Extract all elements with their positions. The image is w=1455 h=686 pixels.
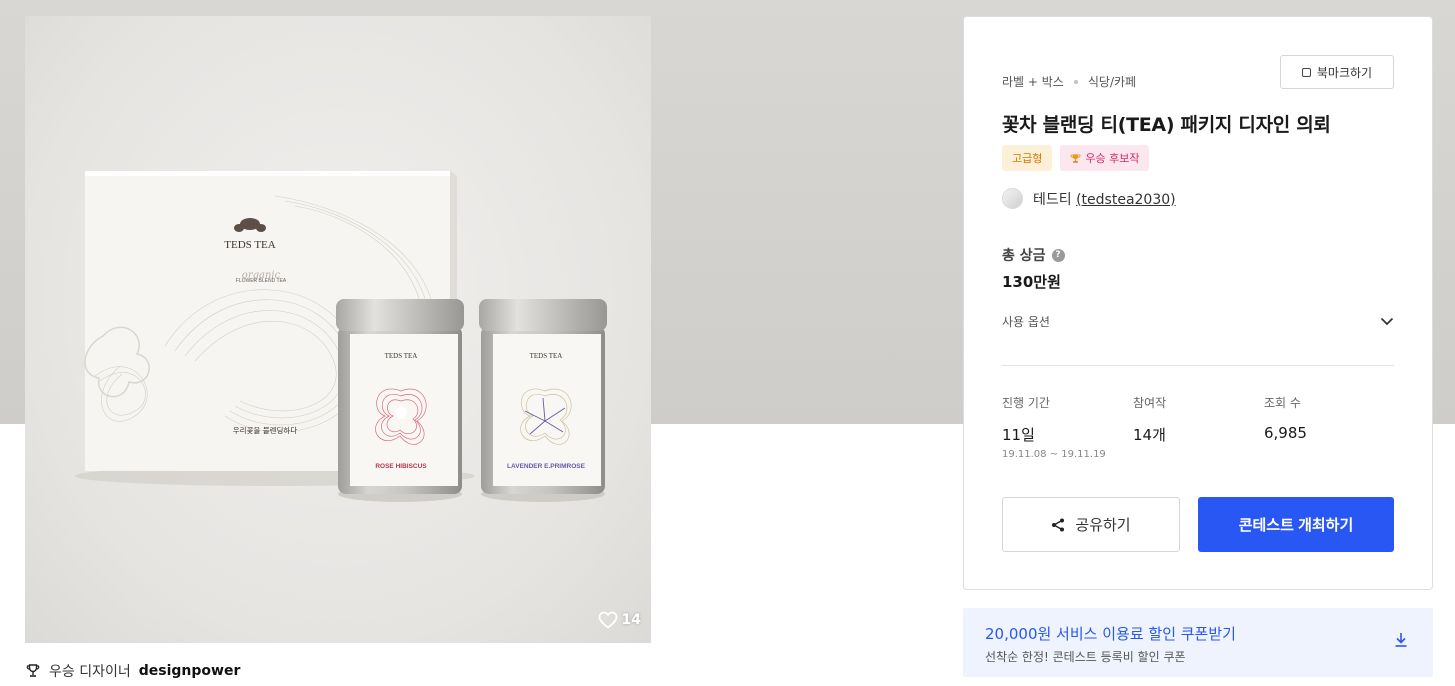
owner-name: 테드티	[1033, 191, 1072, 208]
help-icon[interactable]: ?	[1051, 248, 1065, 262]
stat-views: 조회 수 6,985	[1264, 394, 1395, 445]
product-image[interactable]: TEDS TEA organic FLOWER BLEND TEA 우리꽃을 블…	[25, 16, 651, 643]
like-count[interactable]: 14	[598, 611, 641, 629]
winner-name[interactable]: designpower	[139, 663, 241, 679]
bookmark-button[interactable]: 북마크하기	[1280, 55, 1394, 89]
winner-label: 우승 디자이너	[49, 664, 131, 680]
stat-duration: 진행 기간 11일	[1002, 394, 1133, 445]
category-primary[interactable]: 라벨 + 박스	[1002, 73, 1064, 90]
share-button-label: 공유하기	[1075, 517, 1131, 534]
stat-value: 11일	[1002, 426, 1035, 444]
coupon-banner[interactable]: 20,000원 서비스 이용료 할인 쿠폰받기 선착순 한정! 콘테스트 등록비…	[963, 608, 1433, 677]
winner-designer: 우승 디자이너 designpower	[25, 661, 240, 681]
trophy-icon	[26, 664, 40, 677]
svg-text:FLOWER BLEND TEA: FLOWER BLEND TEA	[236, 278, 287, 284]
stat-entries: 참여작 14개	[1133, 394, 1264, 445]
divider	[1002, 365, 1394, 366]
share-button[interactable]: 공유하기	[1002, 497, 1180, 552]
contest-period: 19.11.08 ~ 19.11.19	[1002, 449, 1106, 460]
stat-label: 참여작	[1133, 396, 1167, 410]
prize-label-text: 총 상금	[1002, 248, 1046, 264]
chevron-down-icon	[1380, 317, 1394, 326]
like-count-value: 14	[621, 612, 641, 628]
trophy-icon	[1070, 153, 1081, 163]
breadcrumb-separator	[1073, 79, 1078, 84]
contest-info-card: 라벨 + 박스 식당/카페 북마크하기 꽃차 블랜딩 티(TEA) 패키지 디자…	[963, 16, 1433, 590]
candidate-badge: 우승 후보작	[1060, 145, 1150, 171]
bookmark-label: 북마크하기	[1316, 65, 1373, 80]
svg-text:TEDS TEA: TEDS TEA	[224, 239, 275, 251]
stat-label: 진행 기간	[1002, 396, 1050, 410]
usage-options-toggle[interactable]: 사용 옵션	[1002, 313, 1394, 330]
contest-owner[interactable]: 테드티 (tedstea2030)	[1002, 188, 1176, 209]
avatar	[1002, 188, 1023, 209]
contest-stats: 진행 기간 11일 참여작 14개 조회 수 6,985	[1002, 394, 1395, 445]
tea-package-illustration: TEDS TEA organic FLOWER BLEND TEA 우리꽃을 블…	[75, 171, 607, 502]
coupon-title: 20,000원 서비스 이용료 할인 쿠폰받기	[985, 625, 1236, 643]
premium-badge: 고급형	[1002, 145, 1053, 171]
stat-value: 6,985	[1264, 424, 1307, 442]
badge-group: 고급형 우승 후보작	[1002, 145, 1150, 171]
contest-title: 꽃차 블랜딩 티(TEA) 패키지 디자인 의뢰	[1002, 114, 1331, 136]
candidate-badge-label: 우승 후보작	[1085, 152, 1140, 165]
category-breadcrumb: 라벨 + 박스 식당/카페	[1002, 73, 1136, 90]
category-secondary[interactable]: 식당/카페	[1088, 73, 1136, 90]
svg-text:TEDS TEA: TEDS TEA	[385, 352, 418, 360]
svg-text:TEDS TEA: TEDS TEA	[530, 352, 563, 360]
usage-options-label: 사용 옵션	[1002, 315, 1050, 329]
host-contest-button[interactable]: 콘테스트 개최하기	[1198, 497, 1394, 552]
stat-value: 14개	[1133, 426, 1166, 444]
share-icon	[1052, 518, 1065, 531]
svg-text:LAVENDER E.PRIMROSE: LAVENDER E.PRIMROSE	[507, 463, 586, 470]
svg-text:우리꽃을 블렌딩하다: 우리꽃을 블렌딩하다	[233, 425, 298, 435]
prize-value: 130만원	[1002, 273, 1061, 291]
owner-id-link[interactable]: (tedstea2030)	[1076, 192, 1176, 208]
coupon-subtitle: 선착순 한정! 콘테스트 등록비 할인 쿠폰	[985, 650, 1186, 664]
svg-text:ROSE HIBISCUS: ROSE HIBISCUS	[375, 463, 427, 470]
bookmark-icon	[1301, 67, 1311, 77]
stat-label: 조회 수	[1264, 396, 1301, 410]
prize-label: 총 상금 ?	[1002, 245, 1065, 265]
download-icon[interactable]	[1394, 632, 1408, 648]
heart-icon	[598, 611, 617, 629]
